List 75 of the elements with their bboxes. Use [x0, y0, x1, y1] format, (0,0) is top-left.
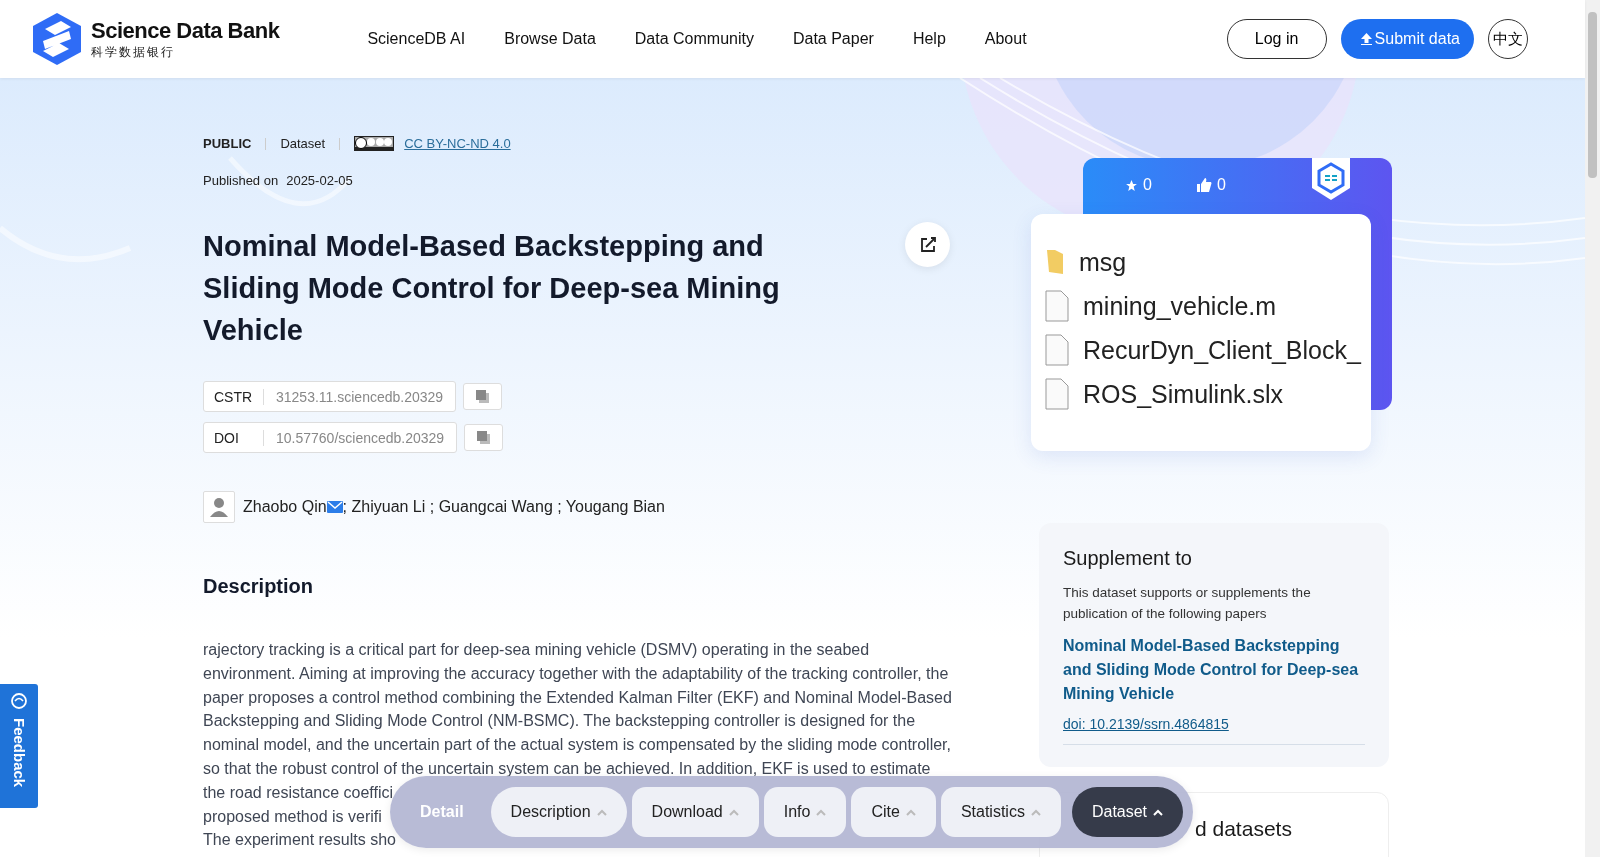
section-nav-label: Detail: [420, 803, 464, 821]
description-text: Backstepping and Sliding Mode Control (NM-BSMC). The backstepping controller is designed for the: [203, 711, 916, 732]
file-name: mining_vehicle.m: [1083, 291, 1277, 321]
type-label: Dataset: [280, 136, 326, 151]
author-name[interactable]: Zhaobo Qin: [243, 498, 327, 516]
feedback-tab[interactable]: Feedback: [0, 684, 38, 808]
caret-up-icon: [905, 808, 916, 816]
file-name: RecurDyn_Client_Block_: [1083, 335, 1361, 365]
description-text: paper proposes a control method combining the Extended Kalman Filter (EKF) and Nominal Model-Based: [203, 687, 952, 708]
author-name[interactable]: ; Zhiyuan Li ; Guangcai Wang ; Yougang Bian: [342, 498, 665, 516]
logo-icon: [31, 11, 83, 67]
caret-up-icon: [1153, 808, 1164, 816]
license-link[interactable]: CC BY-NC-ND 4.0: [404, 136, 511, 151]
section-tab[interactable]: Info: [763, 787, 847, 837]
copy-icon: [476, 390, 490, 403]
description-text: the road resistance coeffici: [203, 782, 394, 803]
file-icon: [1045, 378, 1069, 410]
login-button[interactable]: Log in: [1226, 19, 1327, 59]
nav-link[interactable]: Data Community: [634, 30, 754, 48]
identifier-label: DOI: [204, 429, 264, 446]
logo-subtitle: 科学数据银行: [91, 43, 176, 61]
nav-link[interactable]: Data Paper: [792, 30, 874, 48]
file-name: msg: [1079, 247, 1127, 277]
section-heading: Description: [203, 575, 315, 598]
section-tab[interactable]: Statistics: [940, 787, 1061, 837]
upload-icon: [1360, 33, 1372, 45]
nav-link[interactable]: ScienceDB AI: [367, 30, 466, 48]
copy-button[interactable]: [463, 383, 503, 410]
published-date: 2025-02-05: [286, 173, 353, 188]
caret-up-icon: [728, 808, 739, 816]
caret-up-icon: [1030, 808, 1041, 816]
identifier-value: 10.57760/sciencedb.20329: [275, 429, 446, 446]
identifier-value: 31253.11.sciencedb.20329: [275, 388, 445, 405]
section-tab[interactable]: Cite: [851, 787, 936, 837]
license-icon: [354, 136, 395, 151]
supplement-text: This dataset supports or supplements the publication of the following papers: [1063, 584, 1312, 623]
logo-title: Science Data Bank: [91, 17, 280, 44]
published-label: Published on: [203, 173, 279, 188]
caret-up-icon: [816, 808, 827, 816]
description-text: proposed method is verifi: [203, 806, 382, 827]
description-text: environment. Aiming at improving the accuracy together with the adaptability of the tracking controller, the: [203, 663, 949, 684]
scrollbar[interactable]: [1585, 0, 1600, 857]
likes-count: 0: [1196, 176, 1226, 194]
file-icon: [1045, 334, 1069, 366]
section-tab[interactable]: Dataset: [1071, 787, 1184, 837]
language-button[interactable]: 中文: [1488, 19, 1528, 59]
badge-icon: [1312, 158, 1350, 200]
nav-link[interactable]: Help: [912, 30, 946, 48]
file-name: ROS_Simulink.slx: [1083, 379, 1284, 409]
file-icon: [1045, 290, 1069, 322]
description-text: The experiment results sho: [203, 830, 396, 851]
description-text: nominal model, and the uncertain part of the actual system is compensated by the sliding mode controller,: [203, 735, 951, 756]
paper-title-link[interactable]: Nominal Model-Based Backstepping and Sliding Mode Control for Deep-sea Mining Vehicle: [1063, 634, 1365, 706]
dataset-title: Nominal Model-Based Backstepping and Sliding Mode Control for Deep-sea Mining Vehicle: [203, 229, 781, 348]
submit-data-button[interactable]: Submit data: [1340, 19, 1474, 59]
nav-link[interactable]: Browse Data: [504, 30, 596, 48]
copy-icon: [477, 431, 491, 444]
caret-up-icon: [596, 808, 607, 816]
doi-link[interactable]: doi: 10.2139/ssrn.4864815: [1063, 716, 1229, 732]
author-avatar-icon: [203, 491, 235, 523]
card-heading: d datasets: [1195, 817, 1293, 841]
section-tab[interactable]: Description: [490, 787, 627, 837]
access-label: PUBLIC: [203, 136, 252, 151]
feedback-icon: [10, 692, 28, 710]
section-tab[interactable]: Download: [631, 787, 759, 837]
folder-icon: [1045, 248, 1065, 276]
nav-link[interactable]: About: [984, 30, 1027, 48]
identifier-label: CSTR: [204, 388, 264, 405]
description-text: so that the robust control of the uncertain system can be achieved. In addition, EKF is used to estimate: [203, 759, 931, 779]
copy-button[interactable]: [464, 424, 504, 451]
description-text: rajectory tracking is a critical part for deep-sea mining vehicle (DSMV) operating in the seabed: [203, 640, 870, 660]
card-heading: Supplement to: [1063, 547, 1193, 570]
star-icon: [1125, 178, 1138, 192]
stars-count: 0: [1125, 176, 1152, 194]
thumbs-up-icon: [1196, 178, 1212, 192]
